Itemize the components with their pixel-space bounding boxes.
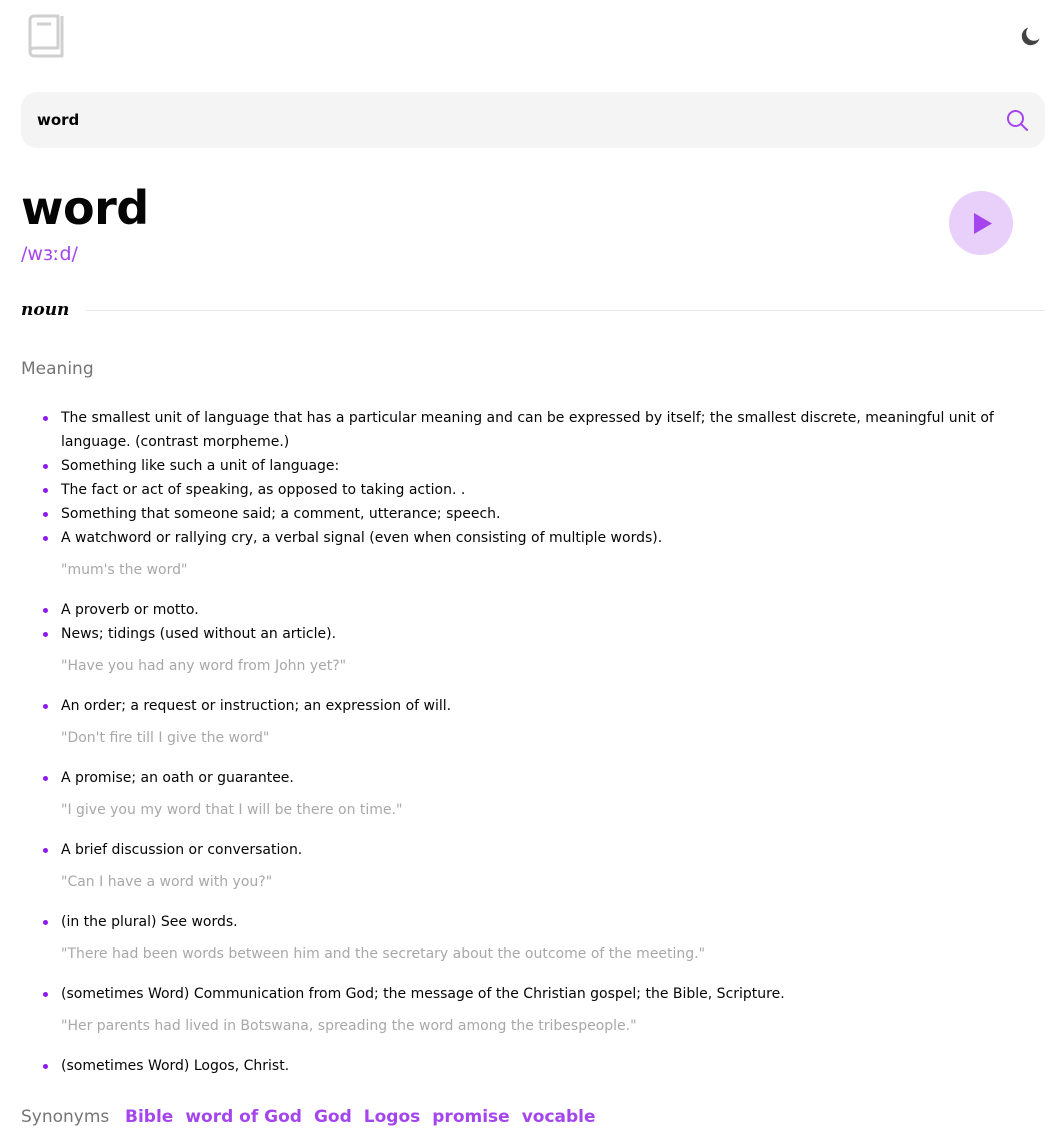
search-bar [21, 92, 1045, 148]
definition-item: (sometimes Word) Logos, Christ. [21, 1054, 1021, 1078]
definition-text: A proverb or motto. [61, 602, 199, 618]
definition-text: A watchword or rallying cry, a verbal si… [61, 530, 663, 546]
definition-item: (sometimes Word) Communication from God;… [21, 982, 1021, 1038]
synonym-link[interactable]: Bible [125, 1104, 173, 1130]
definition-example: "Can I have a word with you?" [61, 874, 273, 890]
synonym-link[interactable]: Logos [364, 1104, 420, 1130]
definition-item: A watchword or rallying cry, a verbal si… [21, 526, 1021, 582]
moon-icon[interactable] [1019, 24, 1043, 48]
synonyms-label: Synonyms [21, 1107, 110, 1127]
dictionary-page: word /wɜːd/ noun Meaning The smallest un… [21, 0, 1045, 1145]
synonym-link[interactable]: God [314, 1104, 352, 1130]
definition-example: "I give you my word that I will be there… [61, 802, 403, 818]
meaning-heading: Meaning [21, 359, 94, 379]
part-of-speech-row: noun [21, 297, 1045, 323]
definition-text: A brief discussion or conversation. [61, 842, 303, 858]
definition-text: A promise; an oath or guarantee. [61, 770, 294, 786]
search-icon[interactable] [1005, 108, 1029, 132]
definition-example: "mum's the word" [61, 562, 188, 578]
definition-example: "Her parents had lived in Botswana, spre… [61, 1018, 637, 1034]
definition-item: The fact or act of speaking, as opposed … [21, 478, 1021, 502]
definition-item: The smallest unit of language that has a… [21, 406, 1021, 454]
definition-text: An order; a request or instruction; an e… [61, 698, 452, 714]
definition-item: A promise; an oath or guarantee. "I give … [21, 766, 1021, 822]
definition-text: The smallest unit of language that has a… [61, 410, 994, 450]
definition-item: News; tidings (used without an article).… [21, 622, 1021, 678]
definition-item: (in the plural) See words. "There had bee… [21, 910, 1021, 966]
book-icon[interactable] [26, 14, 66, 58]
synonym-link[interactable]: vocable [522, 1104, 596, 1130]
definition-text: Something like such a unit of language: [61, 458, 340, 474]
search-input[interactable] [37, 106, 977, 134]
definitions-list: The smallest unit of language that has a… [21, 406, 1021, 1078]
definition-item: Something like such a unit of language: [21, 454, 1021, 478]
definition-item: A brief discussion or conversation. "Can … [21, 838, 1021, 894]
synonyms-row: Synonyms Bible word of God God Logos promise… [21, 1104, 1045, 1130]
definition-example: "Have you had any word from John yet?" [61, 658, 347, 674]
definition-example: "Don't fire till I give the word" [61, 730, 270, 746]
definition-text: The fact or act of speaking, as opposed … [61, 482, 466, 498]
headword: word [21, 181, 149, 235]
synonym-link[interactable]: word of God [185, 1104, 302, 1130]
play-icon [974, 213, 992, 234]
definition-text: (in the plural) See words. [61, 914, 238, 930]
part-of-speech: noun [21, 300, 70, 320]
divider [86, 310, 1045, 311]
synonym-link[interactable]: promise [432, 1104, 509, 1130]
definition-example: "There had been words between him and th… [61, 946, 706, 962]
definition-item: Something that someone said; a comment, … [21, 502, 1021, 526]
synonym-list: Bible word of God God Logos promise vocable [125, 1104, 596, 1130]
phonetic: /wɜːd/ [21, 243, 78, 265]
definition-text: (sometimes Word) Logos, Christ. [61, 1058, 290, 1074]
definition-text: Something that someone said; a comment, … [61, 506, 501, 522]
play-audio-button[interactable] [949, 191, 1013, 255]
definition-text: News; tidings (used without an article). [61, 626, 337, 642]
header [21, 0, 1045, 70]
definition-item: A proverb or motto. [21, 598, 1021, 622]
definition-item: An order; a request or instruction; an e… [21, 694, 1021, 750]
definition-text: (sometimes Word) Communication from God;… [61, 986, 785, 1002]
